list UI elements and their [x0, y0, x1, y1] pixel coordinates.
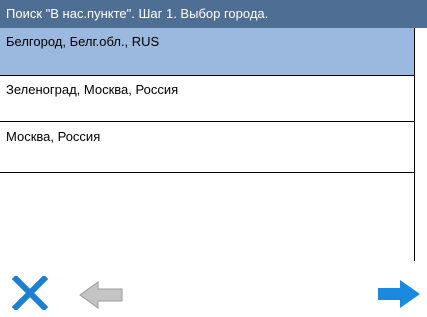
scrollbar-track[interactable] — [415, 28, 427, 261]
close-icon — [12, 276, 48, 310]
window-title: Поиск "В нас.пункте". Шаг 1. Выбор город… — [0, 0, 427, 28]
list-item-label: Зеленоград, Москва, Россия — [6, 82, 179, 97]
city-list: Белгород, Белг.обл., RUS Зеленоград, Мос… — [0, 28, 415, 261]
list-item[interactable]: Зеленоград, Москва, Россия — [0, 76, 414, 122]
bottom-toolbar — [0, 262, 427, 317]
cancel-button[interactable] — [12, 276, 48, 310]
arrow-right-icon — [378, 280, 420, 308]
back-button[interactable] — [78, 280, 124, 310]
list-item-label: Москва, Россия — [6, 129, 101, 144]
list-item-label: Белгород, Белг.обл., RUS — [6, 34, 160, 49]
list-item[interactable]: Белгород, Белг.обл., RUS — [0, 28, 414, 76]
next-button[interactable] — [376, 278, 422, 310]
list-item[interactable]: Москва, Россия — [0, 123, 414, 173]
arrow-left-icon — [79, 281, 123, 309]
